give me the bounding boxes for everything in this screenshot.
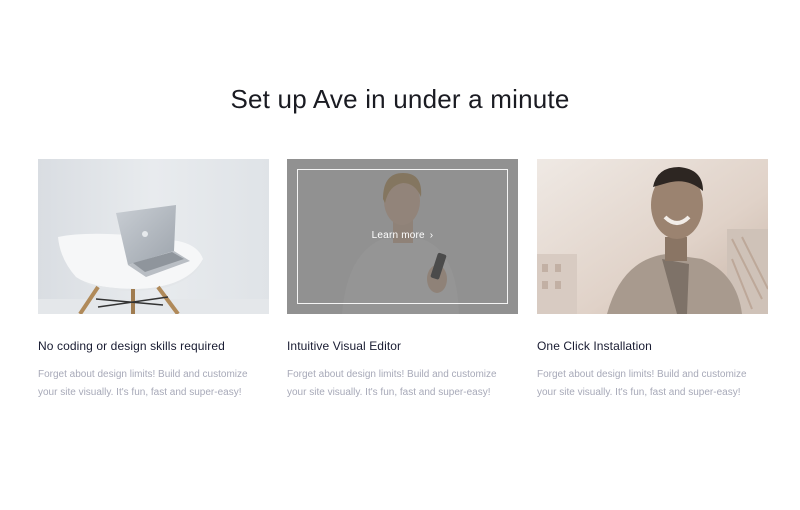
feature-card: One Click Installation Forget about desi… [537, 159, 768, 398]
card-title[interactable]: No coding or design skills required [38, 339, 225, 353]
card-description: Forget about design limits! Build and cu… [287, 369, 497, 398]
card-title[interactable]: One Click Installation [537, 339, 652, 353]
feature-image-laptop[interactable] [38, 159, 269, 314]
card-description: Forget about design limits! Build and cu… [537, 369, 747, 398]
section-title: Set up Ave in under a minute [230, 84, 570, 114]
features-section: Set up Ave in under a minute No coding o… [0, 0, 800, 510]
card-title[interactable]: Intuitive Visual Editor [287, 339, 401, 353]
chevron-right-icon: › [429, 230, 434, 241]
laptop-chair-image [38, 159, 269, 314]
feature-card: Learn more › Intuitive Visual Editor Forg… [287, 159, 518, 398]
smiling-man-image [537, 159, 768, 314]
feature-image-woman[interactable]: Learn more › [287, 159, 518, 314]
learn-more-label: Learn more [371, 230, 425, 241]
learn-more-link[interactable]: Learn more › [287, 230, 518, 241]
feature-image-man[interactable] [537, 159, 768, 314]
feature-card: No coding or design skills required Forg… [38, 159, 269, 398]
card-description: Forget about design limits! Build and cu… [38, 369, 248, 398]
